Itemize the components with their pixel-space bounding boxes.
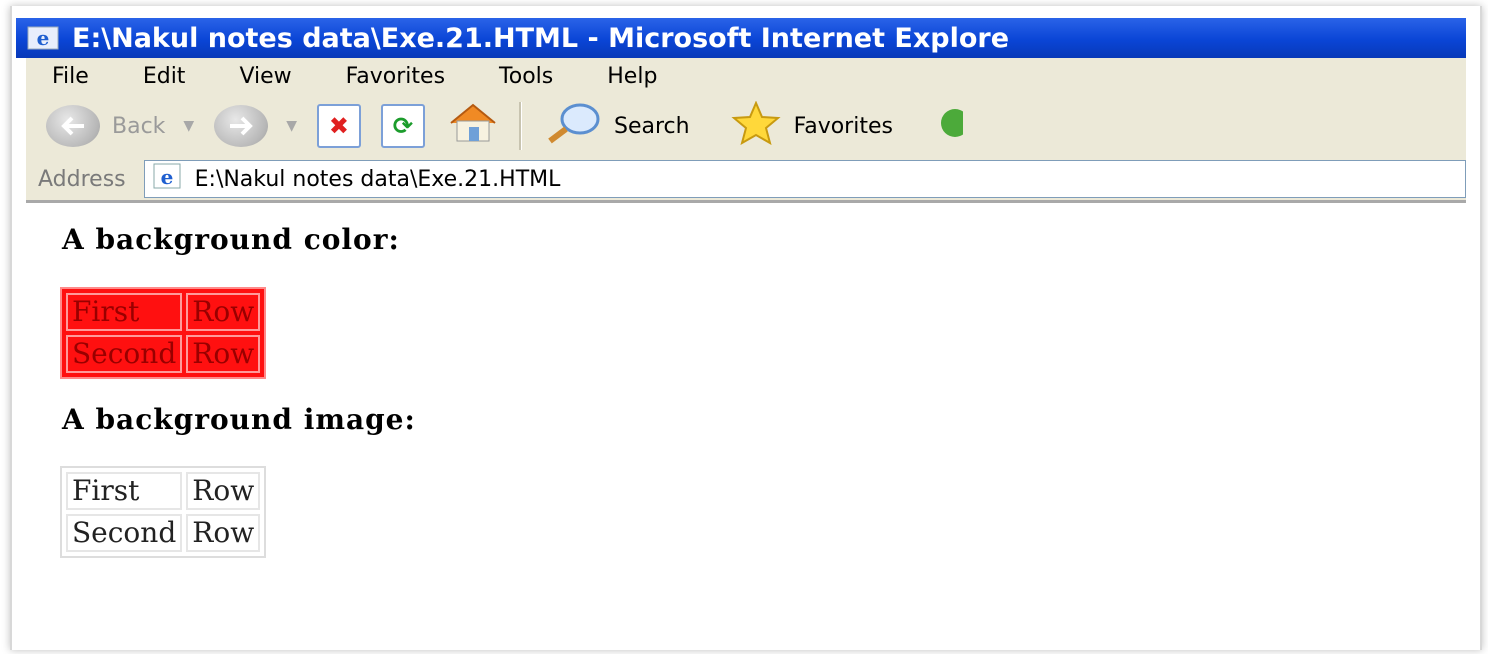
- forward-arrow-icon: [214, 105, 269, 147]
- toolbar-separator: [518, 102, 522, 150]
- menu-help[interactable]: Help: [581, 64, 657, 89]
- refresh-icon: ⟳: [380, 104, 425, 148]
- table-cell: Second: [66, 514, 183, 552]
- ie-logo-icon: e: [26, 23, 62, 53]
- address-input[interactable]: e E:\Nakul notes data\Exe.21.HTML: [143, 160, 1466, 198]
- address-bar: Address e E:\Nakul notes data\Exe.21.HTM…: [26, 158, 1466, 203]
- media-button[interactable]: [933, 101, 969, 151]
- page-icon: e: [151, 161, 185, 197]
- menu-tools[interactable]: Tools: [473, 64, 553, 89]
- page-content: A background color: First Row Second Row…: [26, 203, 1466, 643]
- title-bar: e E:\Nakul notes data\Exe.21.HTML - Micr…: [16, 18, 1466, 58]
- table-row: First Row: [66, 293, 261, 331]
- search-label: Search: [613, 113, 690, 139]
- stop-button[interactable]: ✖: [316, 104, 361, 148]
- menu-edit[interactable]: Edit: [117, 64, 186, 89]
- heading-background-image: A background image:: [62, 403, 416, 436]
- table-cell: First: [66, 293, 183, 331]
- menu-favorites[interactable]: Favorites: [320, 64, 445, 89]
- table-row: Second Row: [66, 335, 261, 373]
- table-background-image: First Row Second Row: [60, 466, 267, 558]
- media-icon: [933, 101, 969, 151]
- stop-icon: ✖: [316, 104, 361, 148]
- search-button[interactable]: Search: [542, 101, 690, 151]
- favorites-label: Favorites: [793, 113, 893, 139]
- home-icon: [445, 101, 501, 151]
- svg-text:e: e: [160, 165, 173, 189]
- heading-background-color: A background color:: [62, 223, 400, 256]
- favorites-button[interactable]: Favorites: [730, 100, 893, 151]
- menu-view[interactable]: View: [213, 64, 291, 89]
- svg-text:e: e: [37, 26, 50, 50]
- favorites-star-icon: [730, 100, 782, 151]
- search-icon: [542, 101, 602, 151]
- table-cell: Row: [186, 293, 261, 331]
- window-title: E:\Nakul notes data\Exe.21.HTML - Micros…: [72, 22, 1010, 54]
- toolbar: Back ▼ ▼ ✖ ⟳ Search Favorites: [26, 94, 1466, 158]
- table-row: Second Row: [66, 514, 261, 552]
- forward-button[interactable]: ▼: [214, 105, 297, 147]
- menu-bar: File Edit View Favorites Tools Help: [26, 58, 1466, 94]
- table-cell: Row: [186, 514, 261, 552]
- home-button[interactable]: [445, 101, 501, 151]
- back-arrow-icon: [46, 105, 100, 147]
- table-cell: Second: [66, 335, 183, 373]
- table-background-color: First Row Second Row: [60, 287, 267, 379]
- back-label: Back: [112, 113, 166, 139]
- refresh-button[interactable]: ⟳: [380, 104, 425, 148]
- address-value: E:\Nakul notes data\Exe.21.HTML: [194, 166, 561, 192]
- forward-dropdown-icon[interactable]: ▼: [286, 118, 297, 134]
- back-dropdown-icon[interactable]: ▼: [183, 118, 194, 134]
- table-cell: First: [66, 472, 183, 510]
- menu-file[interactable]: File: [26, 64, 89, 89]
- address-label: Address: [38, 166, 126, 192]
- back-button[interactable]: Back ▼: [46, 105, 194, 147]
- table-cell: Row: [186, 335, 261, 373]
- table-cell: Row: [186, 472, 261, 510]
- table-row: First Row: [66, 472, 261, 510]
